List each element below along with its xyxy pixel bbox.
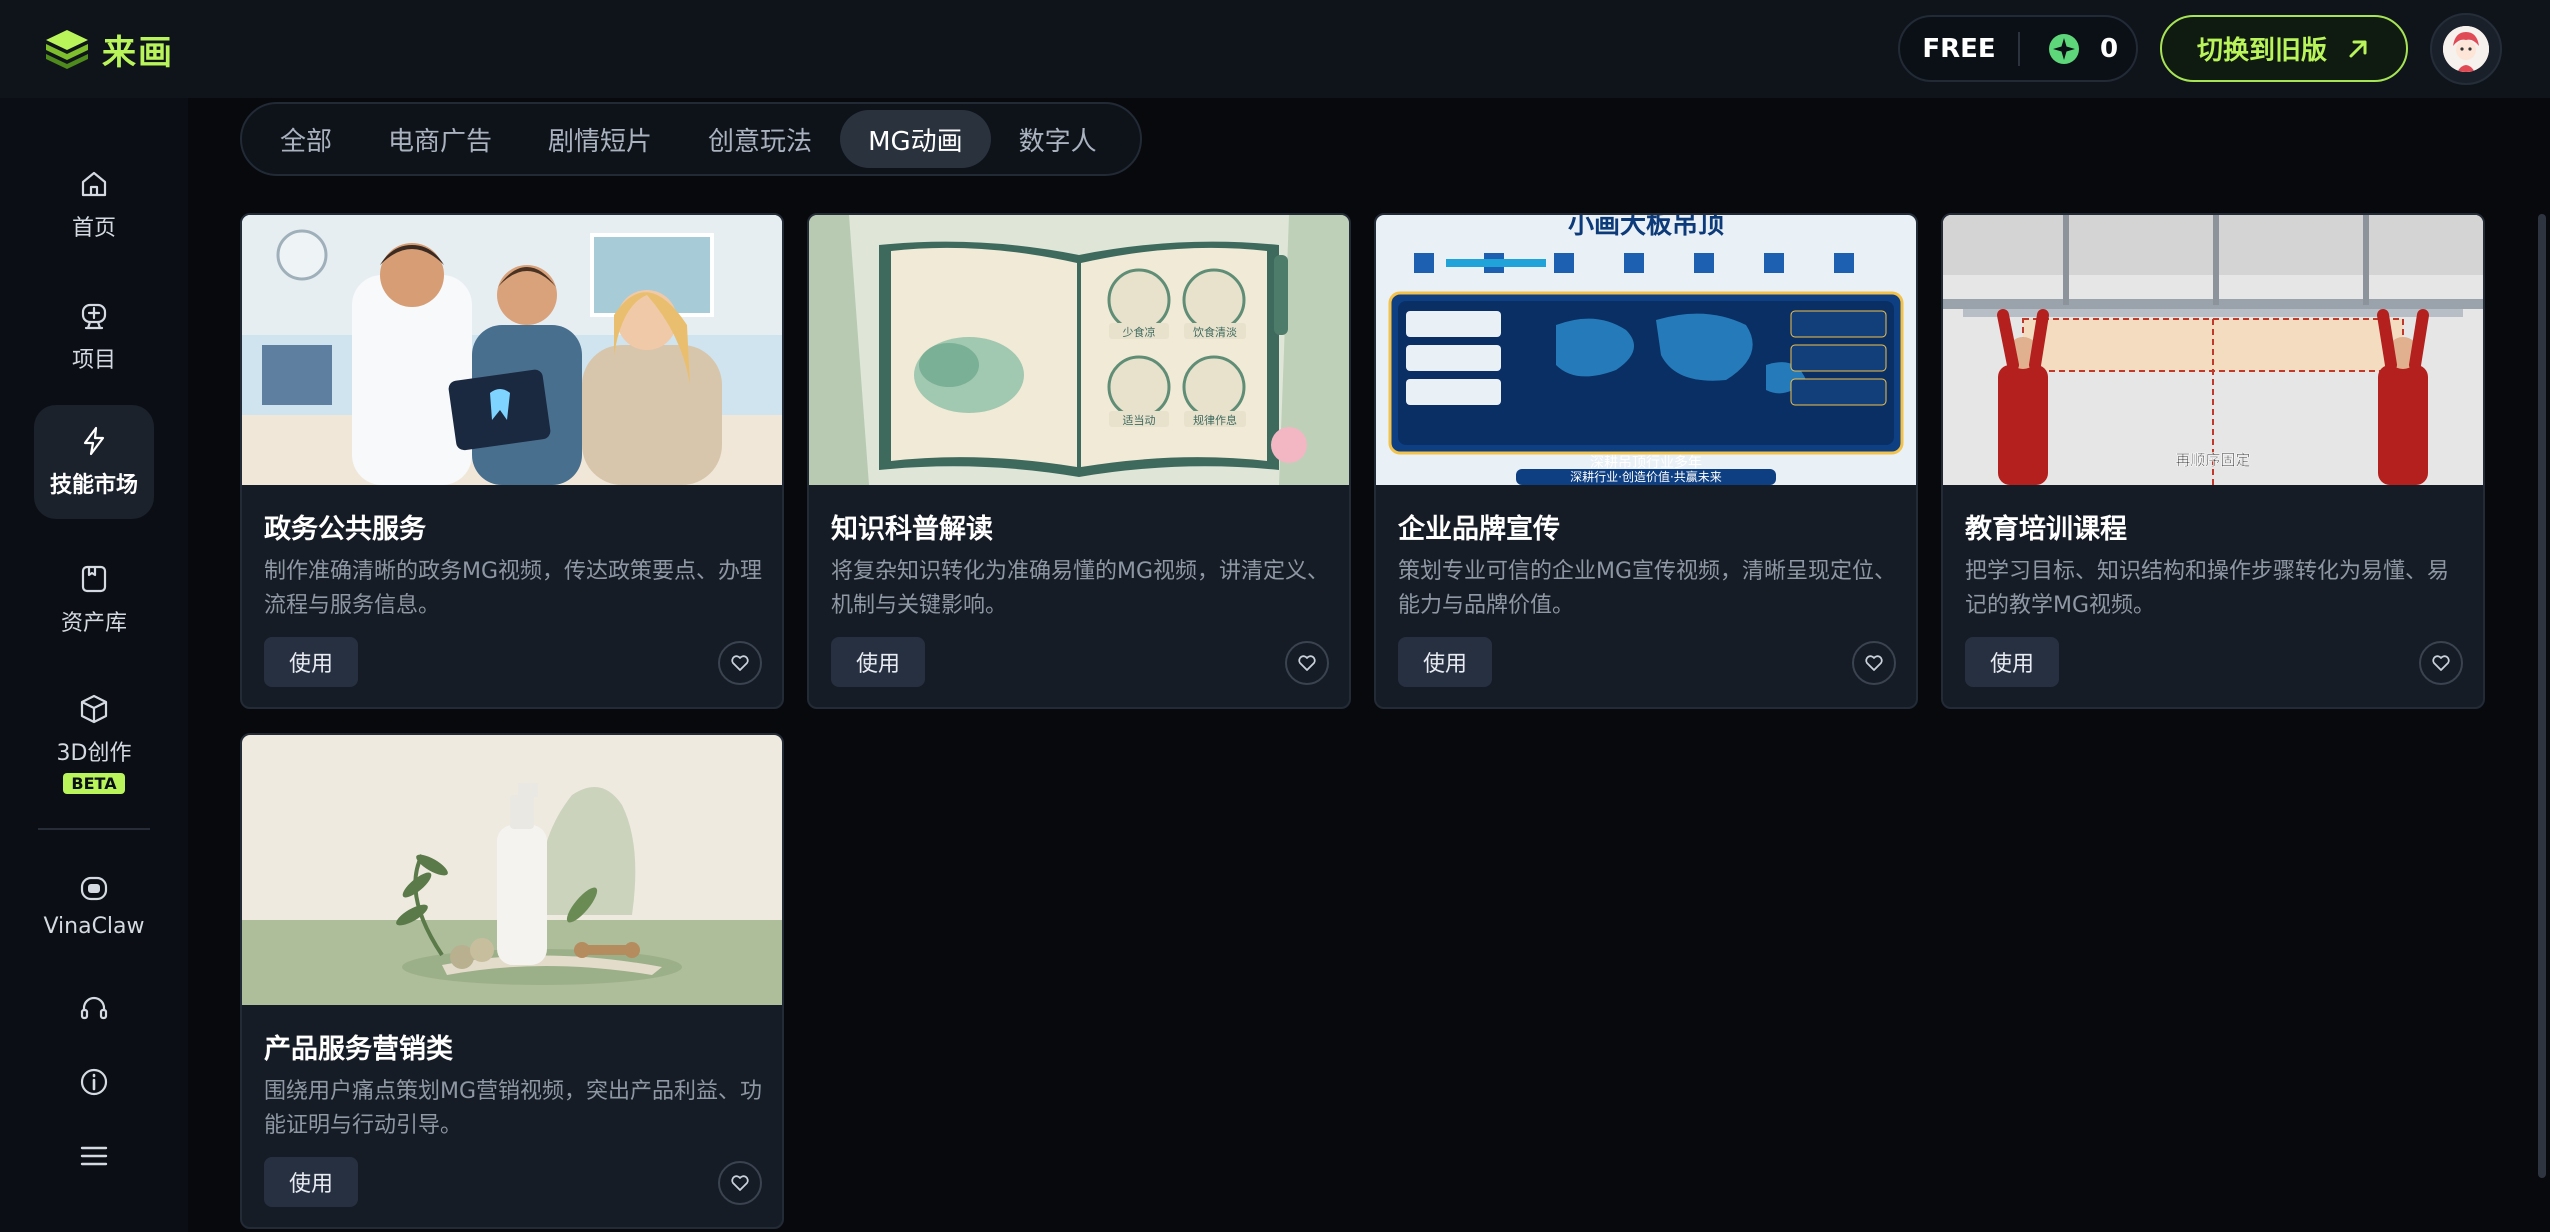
beta-badge: BETA bbox=[63, 772, 125, 794]
bot-icon bbox=[80, 876, 108, 900]
heart-icon bbox=[731, 1175, 749, 1191]
card-title: 教育培训课程 bbox=[1965, 514, 2127, 545]
lightning-icon bbox=[83, 426, 105, 456]
credit-icon bbox=[2049, 33, 2079, 64]
plan-label: FREE bbox=[1922, 33, 1996, 64]
scrollbar[interactable] bbox=[2538, 214, 2546, 1178]
home-icon bbox=[81, 171, 107, 197]
ceiling-install-image: 再顺序固定 bbox=[1943, 215, 2483, 485]
book-caption: 适当动 bbox=[1123, 413, 1156, 427]
card-description: 策划专业可信的企业MG宣传视频，清晰呈现定位、能力与品牌价值。 bbox=[1398, 559, 1897, 618]
book-caption: 少食凉 bbox=[1123, 325, 1156, 339]
sidebar-item-assets[interactable]: 资产库 bbox=[34, 543, 154, 657]
card-title: 知识科普解读 bbox=[831, 514, 993, 545]
arrow-up-right-icon bbox=[2349, 40, 2367, 57]
card-title: 政务公共服务 bbox=[264, 514, 426, 545]
card-title: 产品服务营销类 bbox=[264, 1034, 453, 1065]
info-icon bbox=[80, 1068, 108, 1096]
use-button[interactable]: 使用 bbox=[1965, 637, 2059, 687]
skill-card[interactable]: 少食凉 饮食清淡 适当动 规律作息 知识科普解读 将复杂知识转化为准确易懂的MG… bbox=[807, 213, 1351, 709]
heart-icon bbox=[1298, 655, 1316, 671]
favorite-button[interactable] bbox=[1285, 641, 1329, 685]
infographic-subtitle: 深耕吊顶行业多年 bbox=[1590, 454, 1702, 471]
top-header: 来画 FREE 0 切换到旧版 bbox=[0, 0, 2550, 98]
card-thumbnail: 再顺序固定 bbox=[1943, 215, 2483, 485]
logo-icon bbox=[46, 30, 88, 69]
sidebar-divider bbox=[38, 828, 150, 830]
dental-clinic-image bbox=[242, 215, 782, 485]
use-button[interactable]: 使用 bbox=[1398, 637, 1492, 687]
sidebar-item-label: 技能市场 bbox=[49, 473, 138, 498]
sidebar-item-label: VinaClaw bbox=[43, 913, 145, 939]
switch-old-version-button[interactable]: 切换到旧版 bbox=[2160, 15, 2408, 82]
card-description: 将复杂知识转化为准确易懂的MG视频，讲清定义、机制与关键影响。 bbox=[831, 559, 1330, 618]
brand-infographic-image: 小画大板吊顶 深耕吊顶行业多年 深耕行业·创造价值·共赢未来 bbox=[1376, 215, 1916, 485]
use-button[interactable]: 使用 bbox=[264, 1157, 358, 1207]
card-thumbnail bbox=[242, 735, 782, 1005]
sidebar-item-3d[interactable]: 3D创作 BETA bbox=[34, 678, 154, 808]
pill-divider bbox=[2018, 31, 2020, 66]
app-root: 来画 FREE 0 切换到旧版 首页 项目 技能市场 资产库 3D创作 BETA… bbox=[0, 0, 2550, 1232]
avatar[interactable] bbox=[2430, 13, 2502, 85]
tab-all[interactable]: 全部 bbox=[252, 110, 360, 168]
menu-button[interactable] bbox=[74, 1136, 114, 1176]
info-button[interactable] bbox=[74, 1062, 114, 1102]
card-thumbnail: 小画大板吊顶 深耕吊顶行业多年 深耕行业·创造价值·共赢未来 bbox=[1376, 215, 1916, 485]
skill-card[interactable]: 小画大板吊顶 深耕吊顶行业多年 深耕行业·创造价值·共赢未来 企业品牌宣传 策划… bbox=[1374, 213, 1918, 709]
tab-creative-play[interactable]: 创意玩法 bbox=[680, 110, 840, 168]
sidebar-item-vinaclaw[interactable]: VinaClaw bbox=[34, 848, 154, 962]
tab-story-shorts[interactable]: 剧情短片 bbox=[520, 110, 680, 168]
card-description: 制作准确清晰的政务MG视频，传达政策要点、办理流程与服务信息。 bbox=[264, 559, 763, 618]
logo[interactable]: 来画 bbox=[44, 24, 174, 74]
use-button[interactable]: 使用 bbox=[831, 637, 925, 687]
project-icon bbox=[81, 303, 107, 330]
sidebar-item-skill-market[interactable]: 技能市场 bbox=[34, 405, 154, 519]
credit-count: 0 bbox=[2100, 33, 2119, 64]
sidebar-item-label: 首页 bbox=[71, 216, 116, 241]
favorite-button[interactable] bbox=[1852, 641, 1896, 685]
menu-icon bbox=[80, 1146, 108, 1166]
skill-card[interactable]: 再顺序固定 教育培训课程 把学习目标、知识结构和操作步骤转化为易懂、易记的教学M… bbox=[1941, 213, 2485, 709]
book-illustration-image: 少食凉 饮食清淡 适当动 规律作息 bbox=[809, 215, 1349, 485]
favorite-button[interactable] bbox=[718, 1161, 762, 1205]
sidebar-item-label: 项目 bbox=[71, 348, 116, 373]
heart-icon bbox=[1865, 655, 1883, 671]
logo-text: 来画 bbox=[102, 32, 174, 73]
card-thumbnail: 少食凉 饮食清淡 适当动 规律作息 bbox=[809, 215, 1349, 485]
support-button[interactable] bbox=[74, 988, 114, 1028]
sidebar: 首页 项目 技能市场 资产库 3D创作 BETA VinaClaw bbox=[0, 98, 188, 1232]
favorite-button[interactable] bbox=[718, 641, 762, 685]
infographic-title: 小画大板吊顶 bbox=[1568, 215, 1724, 240]
sidebar-item-home[interactable]: 首页 bbox=[34, 148, 154, 262]
avatar-image bbox=[2443, 26, 2489, 72]
asset-icon bbox=[81, 565, 107, 593]
book-caption: 规律作息 bbox=[1193, 413, 1237, 427]
product-still-life-image bbox=[242, 735, 782, 1005]
headset-icon bbox=[80, 996, 108, 1020]
favorite-button[interactable] bbox=[2419, 641, 2463, 685]
video-subtitle: 再顺序固定 bbox=[2175, 451, 2250, 469]
tab-digital-human[interactable]: 数字人 bbox=[991, 110, 1125, 168]
heart-icon bbox=[731, 655, 749, 671]
sidebar-item-project[interactable]: 项目 bbox=[34, 280, 154, 394]
card-title: 企业品牌宣传 bbox=[1398, 514, 1560, 545]
switch-label: 切换到旧版 bbox=[2196, 36, 2327, 66]
skill-card[interactable]: 产品服务营销类 围绕用户痛点策划MG营销视频，突出产品利益、功能证明与行动引导。… bbox=[240, 733, 784, 1229]
tab-mg-animation[interactable]: MG动画 bbox=[840, 110, 991, 168]
plan-credits-pill[interactable]: FREE 0 bbox=[1898, 15, 2138, 82]
card-description: 围绕用户痛点策划MG营销视频，突出产品利益、功能证明与行动引导。 bbox=[264, 1079, 763, 1138]
card-description: 把学习目标、知识结构和操作步骤转化为易懂、易记的教学MG视频。 bbox=[1965, 559, 2450, 618]
sidebar-item-label: 3D创作 bbox=[56, 740, 132, 766]
heart-icon bbox=[2432, 655, 2450, 671]
card-thumbnail bbox=[242, 215, 782, 485]
tab-ecommerce-ads[interactable]: 电商广告 bbox=[360, 110, 520, 168]
book-caption: 饮食清淡 bbox=[1193, 325, 1237, 339]
skill-card[interactable]: 政务公共服务 制作准确清晰的政务MG视频，传达政策要点、办理流程与服务信息。 使… bbox=[240, 213, 784, 709]
use-button[interactable]: 使用 bbox=[264, 637, 358, 687]
cube-icon bbox=[80, 694, 108, 723]
sidebar-item-label: 资产库 bbox=[60, 611, 127, 636]
category-tabs: 全部 电商广告 剧情短片 创意玩法 MG动画 数字人 bbox=[240, 102, 1142, 176]
infographic-caption: 深耕行业·创造价值·共赢未来 bbox=[1570, 469, 1722, 484]
